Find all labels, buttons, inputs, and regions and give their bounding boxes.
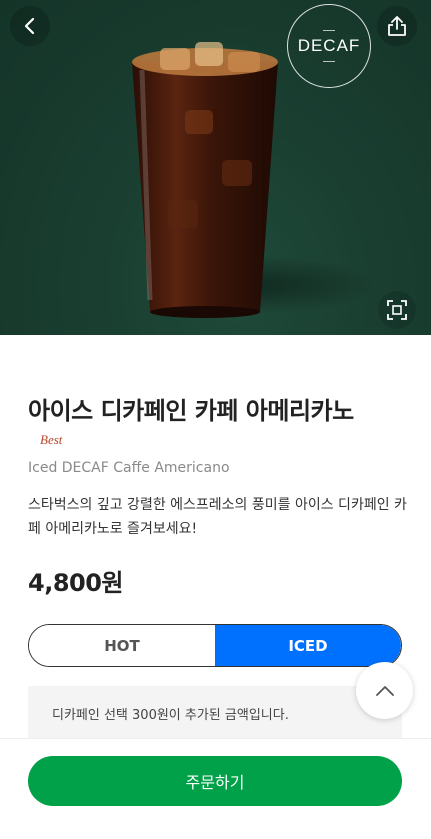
product-hero-image: DECAF xyxy=(0,0,431,335)
share-icon xyxy=(388,16,406,36)
best-badge: Best xyxy=(40,432,63,447)
fullscreen-button[interactable] xyxy=(378,291,416,329)
scroll-to-top-button[interactable] xyxy=(356,662,413,719)
decaf-price-notice: 디카페인 선택 300원이 추가된 금액입니다. xyxy=(28,686,402,738)
chevron-up-icon xyxy=(375,685,394,696)
hot-option[interactable]: HOT xyxy=(29,625,215,666)
iced-option[interactable]: ICED xyxy=(215,625,401,666)
product-title: 아이스 디카페인 카페 아메리카노 xyxy=(28,397,354,425)
decaf-badge: DECAF xyxy=(287,4,371,88)
fullscreen-icon xyxy=(387,300,407,320)
product-price: 4,800원 xyxy=(28,569,124,597)
back-button[interactable] xyxy=(10,6,50,46)
product-description: 스타벅스의 깊고 강렬한 에스프레소의 풍미를 아이스 디카페인 카페 아메리카… xyxy=(28,497,407,537)
product-english-name: Iced DECAF Caffe Americano xyxy=(28,460,230,476)
decaf-badge-text: DECAF xyxy=(297,36,361,55)
share-button[interactable] xyxy=(377,6,417,46)
temperature-toggle: HOT ICED xyxy=(28,624,402,667)
chevron-left-icon xyxy=(24,17,35,35)
order-button[interactable]: 주문하기 xyxy=(28,756,402,806)
